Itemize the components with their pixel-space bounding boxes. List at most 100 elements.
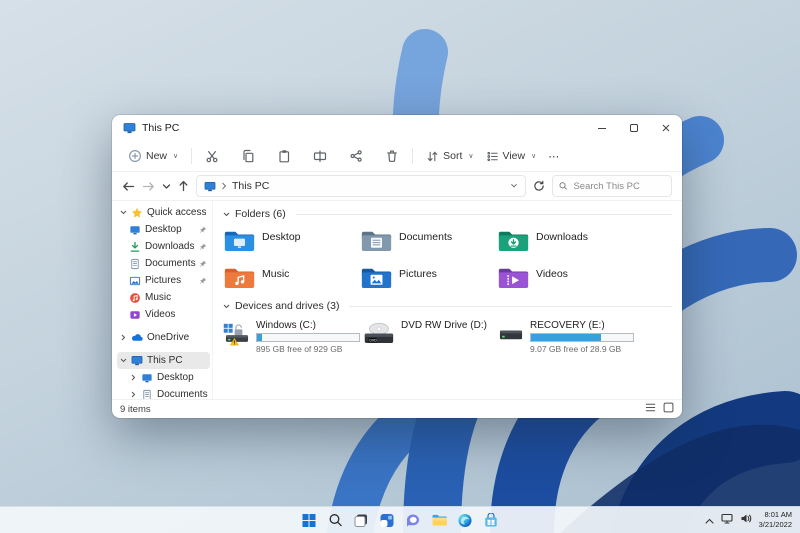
more-options-button[interactable]: ⋯ <box>542 147 566 166</box>
drive-item-recovery-e[interactable]: RECOVERY (E:) 9.07 GB free of 28.9 GB <box>497 319 634 354</box>
sidebar-item-documents[interactable]: Documents <box>117 255 210 272</box>
tray-overflow-button[interactable] <box>705 511 714 529</box>
chevron-right-icon <box>129 374 138 381</box>
view-button[interactable]: View ∨ <box>480 147 543 166</box>
delete-button[interactable] <box>379 146 405 166</box>
music-folder-icon <box>224 268 255 288</box>
sidebar-item-this-pc[interactable]: This PC <box>117 352 210 369</box>
rename-button[interactable] <box>307 146 333 166</box>
copy-button[interactable] <box>235 146 261 166</box>
chat-icon <box>407 513 419 527</box>
rename-icon <box>313 149 327 163</box>
maximize-button[interactable] <box>618 115 650 141</box>
edge-button[interactable] <box>457 512 474 529</box>
close-button[interactable] <box>650 115 682 141</box>
task-view-button[interactable] <box>353 512 370 529</box>
taskbar: 8:01 AM 3/21/2022 <box>0 506 800 533</box>
file-explorer-icon <box>432 514 447 526</box>
dvd-drive-icon: DVD <box>364 322 394 344</box>
widgets-button[interactable] <box>379 512 396 529</box>
drive-item-dvd-d[interactable]: DVD DVD RW Drive (D:) <box>360 319 497 354</box>
sort-button-label: Sort <box>443 150 463 162</box>
drive-name: Windows (C:) <box>256 320 317 331</box>
drive-free-space: 9.07 GB free of 28.9 GB <box>530 344 622 354</box>
pin-icon <box>199 277 208 285</box>
videos-icon <box>129 309 142 321</box>
pin-icon <box>199 226 208 234</box>
view-icon <box>486 150 499 163</box>
this-pc-icon <box>204 181 216 191</box>
folders-section-header[interactable]: Folders (6) <box>223 208 672 220</box>
document-icon <box>129 258 142 270</box>
sidebar-item-desktop[interactable]: Desktop <box>117 221 210 238</box>
breadcrumb[interactable]: This PC <box>196 175 526 197</box>
folder-item-videos[interactable]: Videos <box>497 264 634 290</box>
this-pc-icon <box>131 355 144 366</box>
up-button[interactable] <box>178 180 189 192</box>
sidebar-item-downloads[interactable]: Downloads <box>117 238 210 255</box>
pictures-folder-icon <box>361 268 392 288</box>
star-icon <box>131 207 144 219</box>
tray-time: 8:01 AM <box>764 510 792 520</box>
sidebar-item-onedrive[interactable]: OneDrive <box>117 329 210 346</box>
title-bar[interactable]: This PC <box>112 115 682 141</box>
sidebar-item-thispc-desktop[interactable]: Desktop <box>117 369 210 386</box>
address-dropdown-icon[interactable] <box>510 183 518 189</box>
folder-item-pictures[interactable]: Pictures <box>360 264 497 290</box>
search-box[interactable] <box>552 175 672 197</box>
drive-name: RECOVERY (E:) <box>530 320 605 331</box>
drives-grid: Windows (C:) 895 GB free of 929 GB DVD D… <box>223 319 672 354</box>
drive-item-windows-c[interactable]: Windows (C:) 895 GB free of 929 GB <box>223 319 360 354</box>
store-button[interactable] <box>483 512 500 529</box>
large-icons-view-button[interactable] <box>663 402 674 416</box>
navigation-pane: Quick access Desktop Downloads Documents… <box>112 201 212 399</box>
chat-button[interactable] <box>405 512 422 529</box>
breadcrumb-location[interactable]: This PC <box>232 180 269 192</box>
folder-item-documents[interactable]: Documents <box>360 227 497 253</box>
new-button[interactable]: New ∨ <box>122 146 184 166</box>
copy-icon <box>241 149 255 163</box>
cut-button[interactable] <box>199 146 225 166</box>
desktop-icon <box>141 372 154 384</box>
network-icon[interactable] <box>721 511 733 529</box>
sidebar-item-thispc-documents[interactable]: Documents <box>117 386 210 399</box>
windows-logo-icon <box>302 513 316 527</box>
minimize-button[interactable] <box>586 115 618 141</box>
volume-icon[interactable] <box>740 511 752 529</box>
recent-locations-button[interactable] <box>162 183 171 190</box>
command-bar: New ∨ Sort ∨ View ∨ ⋯ <box>112 141 682 172</box>
drives-section-title: Devices and drives (3) <box>235 300 340 312</box>
folder-item-desktop[interactable]: Desktop <box>223 227 360 253</box>
folder-item-music[interactable]: Music <box>223 264 360 290</box>
back-button[interactable] <box>122 181 135 192</box>
sidebar-item-music[interactable]: Music <box>117 289 210 306</box>
download-icon <box>129 241 142 253</box>
drive-usage-bar <box>530 333 634 342</box>
sidebar-item-videos[interactable]: Videos <box>117 306 210 323</box>
taskbar-search-button[interactable] <box>327 512 344 529</box>
file-explorer-button[interactable] <box>431 512 448 529</box>
share-button[interactable] <box>343 146 369 166</box>
start-button[interactable] <box>301 512 318 529</box>
drives-section-header[interactable]: Devices and drives (3) <box>223 300 672 312</box>
chevron-down-icon: ∨ <box>468 153 474 160</box>
paste-button[interactable] <box>271 146 297 166</box>
search-input[interactable] <box>571 179 665 193</box>
drive-name: DVD RW Drive (D:) <box>401 320 487 331</box>
drive-usage-bar <box>256 333 360 342</box>
videos-folder-icon <box>498 268 529 288</box>
chevron-right-icon <box>119 334 128 341</box>
refresh-button[interactable] <box>533 180 545 192</box>
folders-grid: Desktop Documents Downloads Music Pictur… <box>223 227 672 290</box>
sort-button[interactable]: Sort ∨ <box>420 147 479 166</box>
sidebar-item-pictures[interactable]: Pictures <box>117 272 210 289</box>
forward-button[interactable] <box>142 181 155 192</box>
this-pc-icon <box>123 123 136 134</box>
search-icon <box>329 514 342 527</box>
sort-icon <box>426 150 439 163</box>
sidebar-item-quick-access[interactable]: Quick access <box>117 204 210 221</box>
taskbar-clock[interactable]: 8:01 AM 3/21/2022 <box>759 510 792 530</box>
details-view-button[interactable] <box>645 402 656 416</box>
svg-text:DVD: DVD <box>369 338 377 342</box>
folder-item-downloads[interactable]: Downloads <box>497 227 634 253</box>
